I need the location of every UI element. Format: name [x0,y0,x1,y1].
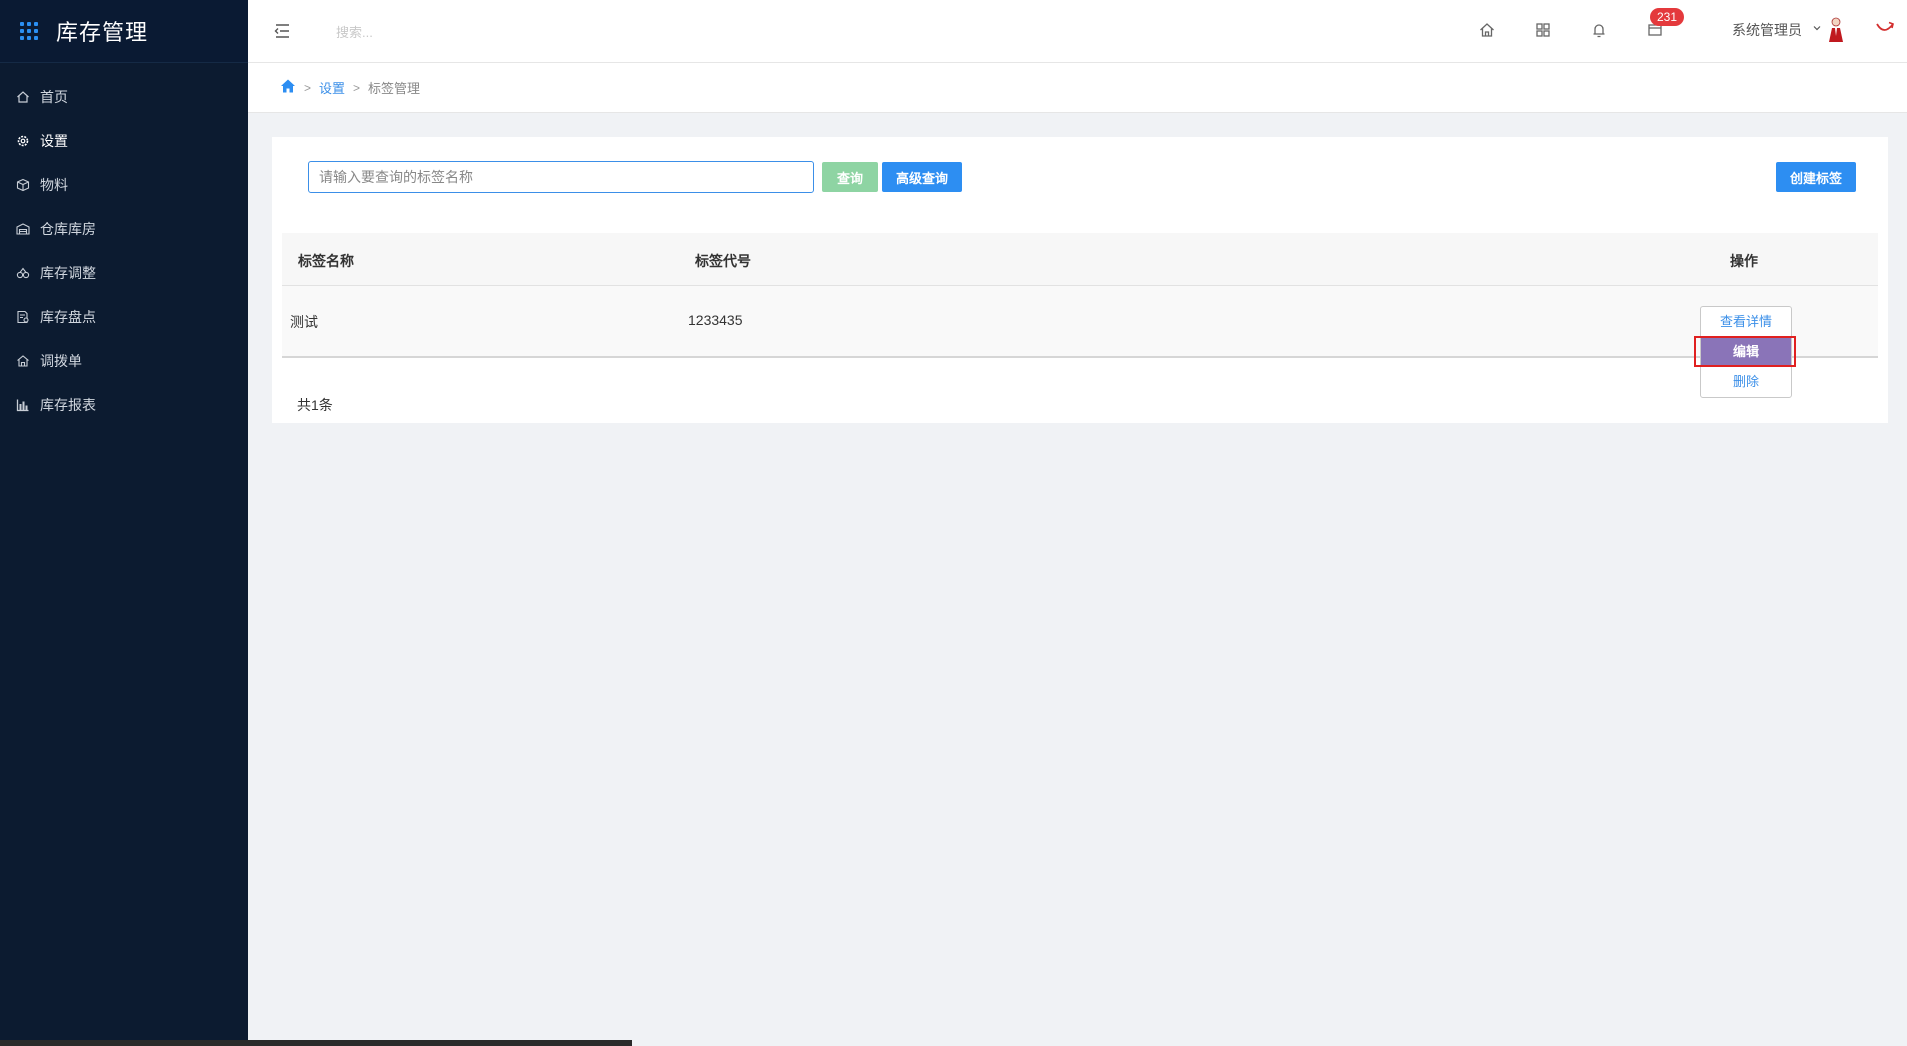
sidebar-item-label: 首页 [40,89,68,105]
tag-code-cell: 1233435 [688,312,743,328]
sidebar: 库存管理 首页 设置 物料 仓库库房 库存调整 库存盘点 调拨单 库存报表 [0,0,248,1046]
delete-button[interactable]: 删除 [1701,367,1791,397]
sidebar-item-transfer[interactable]: 调拨单 [0,339,248,383]
total-count: 共1条 [297,397,333,413]
inventory-icon [16,310,30,324]
sidebar-item-label: 设置 [40,133,68,149]
table-row: 测试 1233435 查看详情 编辑 删除 [282,286,1878,398]
sidebar-item-label: 库存盘点 [40,309,96,325]
sidebar-item-stock-adjust[interactable]: 库存调整 [0,251,248,295]
home-icon[interactable] [1477,20,1497,40]
breadcrumb-separator: > [353,80,361,95]
chevron-down-icon[interactable] [1812,22,1822,36]
breadcrumb-bar: > 设置 > 标签管理 [248,63,1907,113]
sidebar-item-settings[interactable]: 设置 [0,119,248,163]
breadcrumb: > 设置 > 标签管理 [280,78,420,97]
bell-icon[interactable] [1589,20,1609,40]
sidebar-menu: 首页 设置 物料 仓库库房 库存调整 库存盘点 调拨单 库存报表 [0,75,248,427]
sidebar-item-stocktake[interactable]: 库存盘点 [0,295,248,339]
top-bar: 231 系统管理员 [248,0,1907,63]
logout-icon[interactable] [1874,18,1896,40]
sidebar-item-reports[interactable]: 库存报表 [0,383,248,427]
tag-table: 标签名称 标签代号 操作 测试 1233435 查看详情 编辑 删除 [282,233,1878,398]
home-icon[interactable] [280,78,296,97]
edit-button[interactable]: 编辑 [1701,337,1791,367]
create-tag-button[interactable]: 创建标签 [1776,162,1856,192]
user-name[interactable]: 系统管理员 [1732,20,1802,40]
query-button[interactable]: 查询 [822,162,878,192]
app-title: 库存管理 [56,20,149,45]
breadcrumb-settings[interactable]: 设置 [319,78,345,97]
breadcrumb-separator: > [304,80,312,95]
row-actions-menu: 查看详情 编辑 删除 [1700,306,1792,398]
tag-name-search-input[interactable] [308,161,814,193]
transfer-icon [16,354,30,368]
app-logo[interactable]: 库存管理 [0,0,248,63]
sidebar-item-label: 仓库库房 [40,221,96,237]
avatar[interactable] [1826,16,1846,44]
column-header-code: 标签代号 [695,253,751,269]
adjust-icon [16,266,30,280]
app-grid-icon [20,22,38,40]
column-header-ops: 操作 [1730,253,1758,269]
bar-chart-icon [16,398,30,412]
sidebar-item-warehouse[interactable]: 仓库库房 [0,207,248,251]
home-icon [16,90,30,104]
warehouse-icon [16,222,30,236]
sidebar-item-label: 物料 [40,177,68,193]
tag-name-cell: 测试 [290,314,318,330]
table-header: 标签名称 标签代号 操作 [282,233,1878,286]
breadcrumb-current: 标签管理 [368,81,421,96]
apps-grid-icon[interactable] [1533,20,1553,40]
box-icon [16,178,30,192]
sidebar-item-materials[interactable]: 物料 [0,163,248,207]
search-input[interactable] [334,18,558,46]
advanced-query-button[interactable]: 高级查询 [882,162,962,192]
sidebar-item-home[interactable]: 首页 [0,75,248,119]
menu-toggle-icon[interactable] [272,21,292,41]
column-header-name: 标签名称 [298,253,354,269]
notification-badge: 231 [1650,8,1684,26]
sidebar-item-label: 库存报表 [40,397,96,413]
sidebar-item-label: 库存调整 [40,265,96,281]
gear-icon [16,134,30,148]
sidebar-item-label: 调拨单 [40,353,82,369]
view-details-button[interactable]: 查看详情 [1701,307,1791,337]
status-strip [0,1040,632,1046]
tag-management-panel: 查询 高级查询 创建标签 标签名称 标签代号 操作 测试 1233435 查看详… [272,137,1888,423]
